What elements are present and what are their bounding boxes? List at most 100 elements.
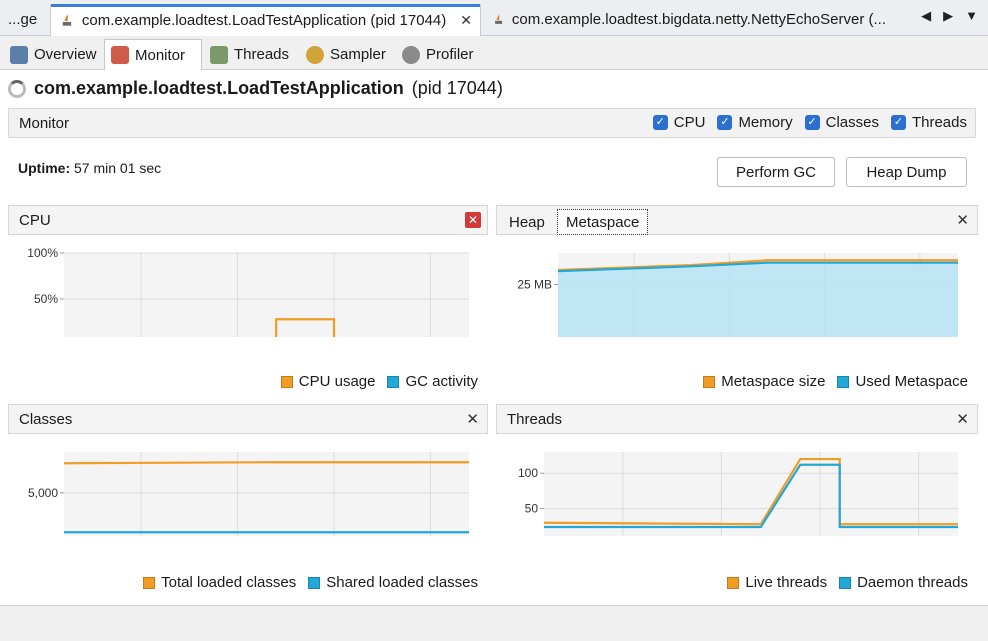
checkmark-icon: ✓	[804, 115, 820, 130]
panel-title: Threads	[507, 410, 563, 428]
checkbox-threads[interactable]: ✓ Threads	[890, 114, 967, 131]
tab-label: Overview	[34, 46, 97, 63]
tab-profiler[interactable]: Profiler	[396, 39, 482, 70]
heap-dump-button[interactable]: Heap Dump	[846, 157, 967, 187]
doc-tab-truncated[interactable]: ...ge	[0, 3, 48, 36]
close-icon[interactable]: ✕	[956, 410, 969, 428]
y-tick-label: 50	[525, 502, 539, 516]
tab-overview[interactable]: Overview	[4, 39, 104, 70]
checkbox-memory[interactable]: ✓ Memory	[717, 114, 793, 131]
legend-label: Metaspace size	[721, 373, 826, 390]
legend-swatch	[703, 375, 716, 388]
legend-label: Total loaded classes	[161, 574, 297, 591]
arrow-right-icon[interactable]: ▶	[943, 8, 953, 24]
legend-swatch	[387, 375, 400, 388]
close-icon[interactable]: ✕	[465, 212, 481, 228]
classes-panel: Classes ✕ 오후 10:50오후 10:55오후 11:00오후 11:…	[8, 404, 488, 598]
memory-panel-header: Heap Metaspace ✕	[496, 205, 978, 235]
uptime-value: 57 min 01 sec	[74, 160, 162, 176]
legend-item: Total loaded classes	[143, 574, 296, 591]
app-pid: (pid 17044)	[411, 78, 503, 98]
legend-item: Live threads	[727, 574, 827, 591]
classes-legend: Total loaded classes Shared loaded class…	[143, 574, 478, 591]
monitor-content: com.example.loadtest.LoadTestApplication…	[0, 70, 988, 606]
overview-icon	[10, 45, 28, 64]
chart-visibility-checkboxes: ✓ CPU ✓ Memory ✓ Classes ✓ Threads	[652, 114, 967, 131]
java-app-icon	[495, 14, 503, 24]
app-name: com.example.loadtest.LoadTestApplication	[34, 78, 404, 98]
legend-swatch	[280, 375, 293, 388]
y-tick-label: 100%	[27, 246, 58, 260]
tab-label: Profiler	[426, 46, 474, 63]
monitor-title: Monitor	[19, 114, 70, 132]
doc-tab-label: com.example.loadtest.bigdata.netty.Netty…	[511, 11, 886, 28]
doc-tab-netty-echo-server[interactable]: com.example.loadtest.bigdata.netty.Netty…	[484, 3, 894, 36]
doc-tab-label: ...ge	[8, 11, 38, 28]
legend-label: Daemon threads	[857, 574, 968, 591]
tab-label: Monitor	[135, 46, 186, 64]
series-line	[63, 461, 469, 465]
monitor-header: Monitor ✓ CPU ✓ Memory ✓ Classes ✓ Threads	[8, 108, 976, 138]
legend-item: Used Metaspace	[837, 373, 968, 390]
legend-item: Daemon threads	[839, 574, 968, 591]
legend-item: Metaspace size	[703, 373, 825, 390]
legend-swatch	[727, 576, 740, 589]
tab-monitor[interactable]: Monitor	[104, 39, 202, 70]
memory-panel: Heap Metaspace ✕ 오후 10:50오후 10:55오후 11:0…	[496, 205, 978, 397]
y-tick-label: 25 MB	[517, 277, 552, 291]
close-icon[interactable]: ✕	[466, 410, 479, 428]
arrow-left-icon[interactable]: ◀	[921, 8, 931, 24]
y-tick-label: 100	[518, 466, 538, 480]
legend-swatch	[839, 576, 852, 589]
legend-item: CPU usage	[280, 373, 376, 390]
close-icon[interactable]: ✕	[460, 12, 472, 29]
threads-chart: 오후 10:50오후 10:55오후 11:00오후 11:05100500	[518, 452, 958, 536]
checkbox-label: Classes	[825, 114, 879, 131]
checkmark-icon: ✓	[717, 115, 733, 130]
legend-item: GC activity	[387, 373, 478, 390]
classes-panel-header: Classes ✕	[8, 404, 488, 434]
loading-spinner-icon	[8, 79, 26, 98]
tab-heap[interactable]: Heap	[501, 209, 553, 235]
doc-tab-loadtest-application[interactable]: com.example.loadtest.LoadTestApplication…	[50, 4, 481, 36]
plot-background	[64, 452, 469, 536]
tab-label: Sampler	[330, 46, 386, 63]
legend-label: Shared loaded classes	[326, 574, 478, 591]
tab-metaspace[interactable]: Metaspace	[557, 209, 649, 235]
checkmark-icon: ✓	[890, 115, 906, 130]
cpu-legend: CPU usage GC activity	[280, 373, 478, 390]
tab-sampler[interactable]: Sampler	[300, 39, 392, 70]
tab-threads[interactable]: Threads	[204, 39, 296, 70]
uptime: Uptime: 57 min 01 sec	[18, 160, 161, 176]
classes-chart: 오후 10:50오후 10:55오후 11:00오후 11:055,0000	[28, 452, 469, 536]
threads-icon	[210, 45, 228, 64]
sampler-icon	[306, 45, 324, 64]
checkbox-label: CPU	[673, 114, 706, 131]
checkmark-icon: ✓	[652, 115, 668, 130]
cpu-chart: 오후 10:50오후 10:55오후 11:00오후 11:05100%50%0…	[27, 246, 469, 337]
panel-title: CPU	[19, 211, 51, 229]
cpu-panel: CPU ✕ 오후 10:50오후 10:55오후 11:00오후 11:0510…	[8, 205, 488, 397]
profiler-icon	[402, 45, 420, 64]
y-tick-label: 50%	[34, 292, 58, 306]
plot-background	[64, 253, 469, 337]
view-tab-strip: Overview Monitor Threads Sampler Profile…	[0, 36, 988, 70]
perform-gc-button[interactable]: Perform GC	[717, 157, 835, 187]
legend-label: CPU usage	[298, 373, 376, 390]
dropdown-arrow-icon[interactable]: ▼	[965, 8, 978, 24]
monitor-icon	[111, 46, 129, 64]
checkbox-classes[interactable]: ✓ Classes	[804, 114, 879, 131]
legend-label: Used Metaspace	[855, 373, 968, 390]
checkbox-cpu[interactable]: ✓ CPU	[652, 114, 706, 131]
close-icon[interactable]: ✕	[956, 211, 969, 229]
doc-tab-label: com.example.loadtest.LoadTestApplication…	[81, 12, 447, 29]
threads-panel: Threads ✕ 오후 10:50오후 10:55오후 11:00오후 11:…	[496, 404, 978, 598]
document-tab-strip: ...ge com.example.loadtest.LoadTestAppli…	[0, 0, 988, 36]
cpu-panel-header: CPU ✕	[8, 205, 488, 235]
legend-item: Shared loaded classes	[308, 574, 478, 591]
legend-label: Live threads	[745, 574, 828, 591]
java-app-icon	[62, 13, 72, 26]
legend-swatch	[837, 375, 850, 388]
threads-panel-header: Threads ✕	[496, 404, 978, 434]
uptime-label: Uptime:	[18, 160, 71, 176]
